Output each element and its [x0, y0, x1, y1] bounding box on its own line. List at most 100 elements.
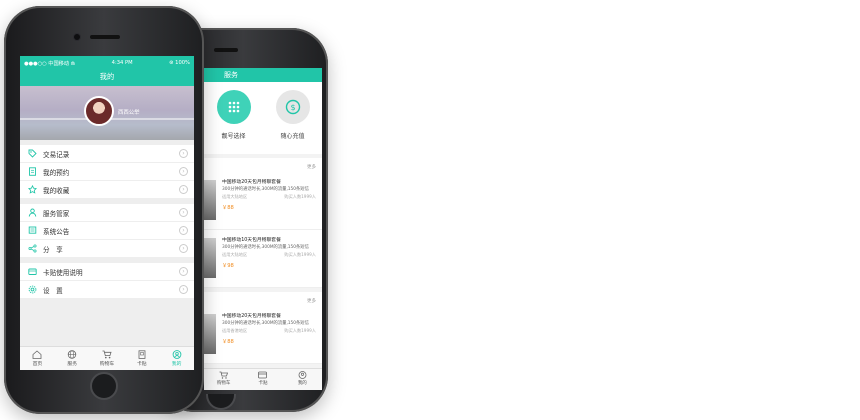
butler-icon	[27, 208, 37, 218]
announcement-icon	[27, 226, 37, 236]
cart-icon	[219, 371, 229, 379]
cart-icon	[102, 350, 112, 359]
menu-item-card-guide[interactable]: 卡贴使用说明 ›	[20, 263, 194, 281]
menu-label: 交易记录	[43, 150, 70, 159]
product-thumbnail	[204, 314, 216, 354]
menu-item-butler[interactable]: 服务管家 ›	[20, 204, 194, 222]
product-item[interactable]: 中国移动20天包月畅聊套餐 300分钟的通话时长,300M的流量,150条短信 …	[204, 306, 322, 364]
menu-label: 服务管家	[43, 209, 70, 218]
service-number-select[interactable]: 靓号选择	[204, 90, 263, 154]
profile-screen: ●●●○○ 中国移动 ⋒ 4:34 PM ⊛ 100% 我的 西西公举 交易记录…	[20, 56, 194, 370]
product-price: ￥98	[222, 262, 234, 269]
tab-label: 购物车	[216, 381, 231, 386]
tab-label: 卡贴	[136, 362, 147, 367]
product-description: 300分钟的通话时长,300M的流量,150条短信	[222, 187, 309, 192]
service-tab-bar: 购物车 卡贴 我的	[204, 368, 322, 390]
user-icon	[172, 350, 181, 359]
home-button[interactable]	[90, 372, 118, 400]
product-region: 适用大陆地区	[222, 193, 248, 199]
menu-label: 卡贴使用说明	[43, 268, 83, 277]
tab-mine[interactable]: 我的	[159, 347, 194, 370]
menu-item-transactions[interactable]: 交易记录 ›	[20, 145, 194, 163]
document-icon	[27, 167, 37, 177]
menu-item-share[interactable]: 分 享 ›	[20, 240, 194, 258]
product-title: 中国移动20天包月畅聊套餐	[222, 180, 281, 185]
service-title: 服务	[204, 68, 322, 82]
star-icon	[27, 185, 37, 195]
status-time: 4:34 PM	[111, 60, 133, 66]
tab-bar: 首页 服务 购物车 卡贴 我的	[20, 346, 194, 370]
menu-item-favorites[interactable]: 我的收藏 ›	[20, 181, 194, 199]
product-buyers: 购买人数1999人	[284, 251, 316, 257]
tab-label: 卡贴	[258, 381, 268, 386]
product-region: 适用大陆地区	[222, 251, 248, 257]
tab-service[interactable]: 服务	[55, 347, 90, 370]
tab-mine[interactable]: 我的	[283, 369, 322, 390]
tab-card[interactable]: 卡贴	[243, 369, 282, 390]
earpiece	[214, 48, 238, 52]
home-button[interactable]	[206, 394, 236, 410]
tab-label: 服务	[67, 362, 77, 367]
menu-item-appointments[interactable]: 我的预约 ›	[20, 163, 194, 181]
menu-label: 分 享	[43, 245, 63, 254]
product-price: ￥88	[222, 204, 234, 211]
dialpad-icon	[216, 90, 251, 124]
status-bar: ●●●○○ 中国移动 ⋒ 4:34 PM ⊛ 100%	[20, 56, 194, 70]
home-icon	[32, 350, 42, 359]
tab-home[interactable]: 首页	[20, 347, 55, 370]
service-label: 随心充值	[280, 133, 305, 140]
chevron-right-icon: ›	[179, 226, 188, 235]
menu-group-settings: 卡贴使用说明 › 设 置 ›	[20, 263, 194, 299]
chevron-right-icon: ›	[179, 185, 188, 194]
profile-banner: 西西公举	[20, 86, 194, 140]
more-link[interactable]: 更多	[204, 158, 322, 172]
front-phone: ●●●○○ 中国移动 ⋒ 4:34 PM ⊛ 100% 我的 西西公举 交易记录…	[4, 6, 204, 414]
gear-icon	[27, 285, 37, 295]
avatar[interactable]	[84, 96, 114, 126]
chevron-right-icon: ›	[179, 267, 188, 276]
tab-label: 我的	[297, 381, 307, 386]
service-recharge[interactable]: $ 随心充值	[263, 90, 322, 154]
wallet-icon	[27, 267, 37, 277]
battery-status: ⊛ 100%	[169, 60, 190, 66]
chevron-right-icon: ›	[179, 149, 188, 158]
product-price: ￥88	[222, 338, 234, 345]
tag-icon	[27, 149, 37, 159]
tab-label: 购物车	[99, 362, 115, 367]
service-label: 靓号选择	[221, 133, 246, 140]
menu-label: 设 置	[43, 286, 63, 295]
product-thumbnail	[204, 238, 216, 278]
product-item[interactable]: 中国移动20天包月畅聊套餐 300分钟的通话时长,300M的流量,150条短信 …	[204, 172, 322, 230]
menu-item-announcements[interactable]: 系统公告 ›	[20, 222, 194, 240]
product-title: 中国移动10天包月畅聊套餐	[222, 238, 281, 243]
service-shortcuts: 靓号选择 $ 随心充值	[204, 82, 322, 154]
product-thumbnail	[204, 180, 216, 220]
more-link[interactable]: 更多	[204, 292, 322, 306]
front-camera	[74, 34, 80, 40]
tab-label: 首页	[32, 362, 43, 367]
tab-card[interactable]: 卡贴	[124, 347, 159, 370]
menu-item-settings[interactable]: 设 置 ›	[20, 281, 194, 299]
chevron-right-icon: ›	[179, 208, 188, 217]
globe-icon	[67, 350, 77, 359]
tab-cart[interactable]: 购物车	[90, 347, 125, 370]
card-icon	[258, 371, 268, 379]
card-icon	[138, 350, 146, 359]
menu-label: 我的收藏	[43, 186, 70, 195]
product-description: 300分钟的通话时长,300M的流量,150条短信	[222, 321, 309, 326]
product-title: 中国移动20天包月畅聊套餐	[222, 314, 281, 319]
tab-cart[interactable]: 购物车	[204, 369, 243, 390]
menu-label: 我的预约	[43, 168, 70, 177]
earpiece	[90, 35, 120, 39]
menu-group-orders: 交易记录 › 我的预约 › 我的收藏 ›	[20, 145, 194, 199]
dollar-icon: $	[275, 90, 310, 124]
product-description: 300分钟的通话时长,300M的流量,150条短信	[222, 245, 309, 250]
menu-label: 系统公告	[43, 227, 70, 236]
page-title: 我的	[20, 70, 194, 86]
tab-label: 我的	[171, 362, 182, 367]
product-buyers: 购买人数1999人	[284, 193, 316, 199]
product-item[interactable]: 中国移动10天包月畅聊套餐 300分钟的通话时长,300M的流量,150条短信 …	[204, 230, 322, 288]
share-icon	[27, 244, 37, 254]
carrier-signal: ●●●○○ 中国移动 ⋒	[24, 60, 76, 67]
menu-group-services: 服务管家 › 系统公告 › 分 享 ›	[20, 204, 194, 258]
